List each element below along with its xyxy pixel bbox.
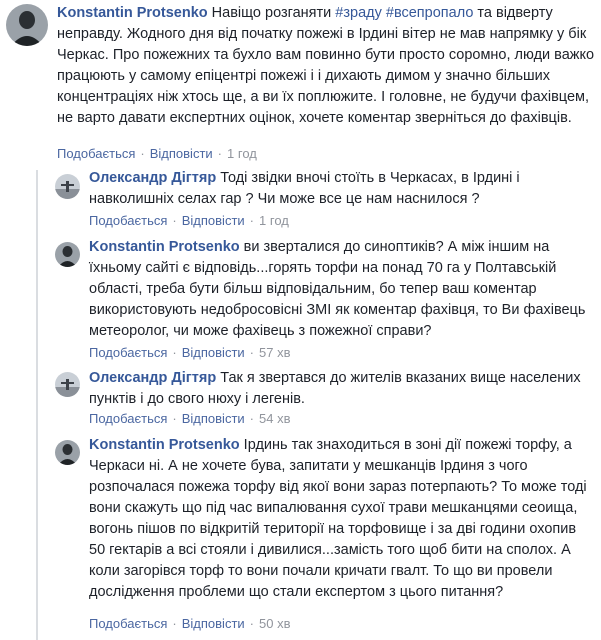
comment-actions: Подобається · Відповісти · 1 год: [89, 213, 289, 228]
avatar[interactable]: [55, 242, 80, 267]
like-link[interactable]: Подобається: [89, 616, 167, 631]
reply-1-body: Олександр Дігтяр Тоді звідки вночі стоїт…: [89, 168, 589, 210]
avatar[interactable]: [55, 372, 80, 397]
timestamp[interactable]: 1 год: [259, 213, 289, 228]
timestamp[interactable]: 54 хв: [259, 411, 290, 426]
comment-text: та відверту неправду. Жодного дня від по…: [57, 5, 595, 126]
avatar-photo-icon: [6, 4, 48, 46]
reply-3-body: Олександр Дігтяр Так я звертався до жите…: [89, 368, 589, 410]
avatar[interactable]: [6, 4, 48, 46]
avatar-photo-icon: [55, 372, 80, 397]
reply-link[interactable]: Відповісти: [150, 146, 213, 161]
like-link[interactable]: Подобається: [89, 345, 167, 360]
like-link[interactable]: Подобається: [57, 146, 135, 161]
avatar-photo-icon: [55, 440, 80, 465]
comment-actions: Подобається · Відповісти · 50 хв: [89, 616, 291, 631]
comment-text: Навіщо розганяти: [207, 5, 336, 21]
like-link[interactable]: Подобається: [89, 411, 167, 426]
comment-actions: Подобається · Відповісти · 1 год: [57, 146, 257, 161]
avatar-photo-icon: [55, 242, 80, 267]
avatar[interactable]: [55, 174, 80, 199]
comment-author[interactable]: Konstantin Protsenko: [89, 437, 240, 453]
reply-link[interactable]: Відповісти: [182, 213, 245, 228]
reply-link[interactable]: Відповісти: [182, 616, 245, 631]
reply-link[interactable]: Відповісти: [182, 345, 245, 360]
timestamp[interactable]: 50 хв: [259, 616, 290, 631]
timestamp[interactable]: 1 год: [227, 146, 257, 161]
comment-actions: Подобається · Відповісти · 57 хв: [89, 345, 291, 360]
comment-author[interactable]: Олександр Дігтяр: [89, 170, 216, 186]
timestamp[interactable]: 57 хв: [259, 345, 290, 360]
comment-actions: Подобається · Відповісти · 54 хв: [89, 411, 291, 426]
comment-1-body: Konstantin Protsenko Навіщо розганяти #з…: [57, 3, 597, 129]
reply-2-body: Konstantin Protsenko ви зверталися до си…: [89, 237, 589, 342]
comment-author[interactable]: Олександр Дігтяр: [89, 370, 216, 386]
avatar-photo-icon: [55, 174, 80, 199]
avatar[interactable]: [55, 440, 80, 465]
like-link[interactable]: Подобається: [89, 213, 167, 228]
comment-text: Ірдинь так знаходиться в зоні дії пожежі…: [89, 437, 587, 600]
reply-link[interactable]: Відповісти: [182, 411, 245, 426]
hashtag-link[interactable]: #зраду: [335, 5, 382, 21]
comment-author[interactable]: Konstantin Protsenko: [89, 239, 240, 255]
reply-4-body: Konstantin Protsenko Ірдинь так знаходит…: [89, 435, 589, 603]
replies-thread-rule: [36, 170, 38, 640]
comment-author[interactable]: Konstantin Protsenko: [57, 5, 208, 21]
hashtag-link[interactable]: #всепропало: [386, 5, 474, 21]
